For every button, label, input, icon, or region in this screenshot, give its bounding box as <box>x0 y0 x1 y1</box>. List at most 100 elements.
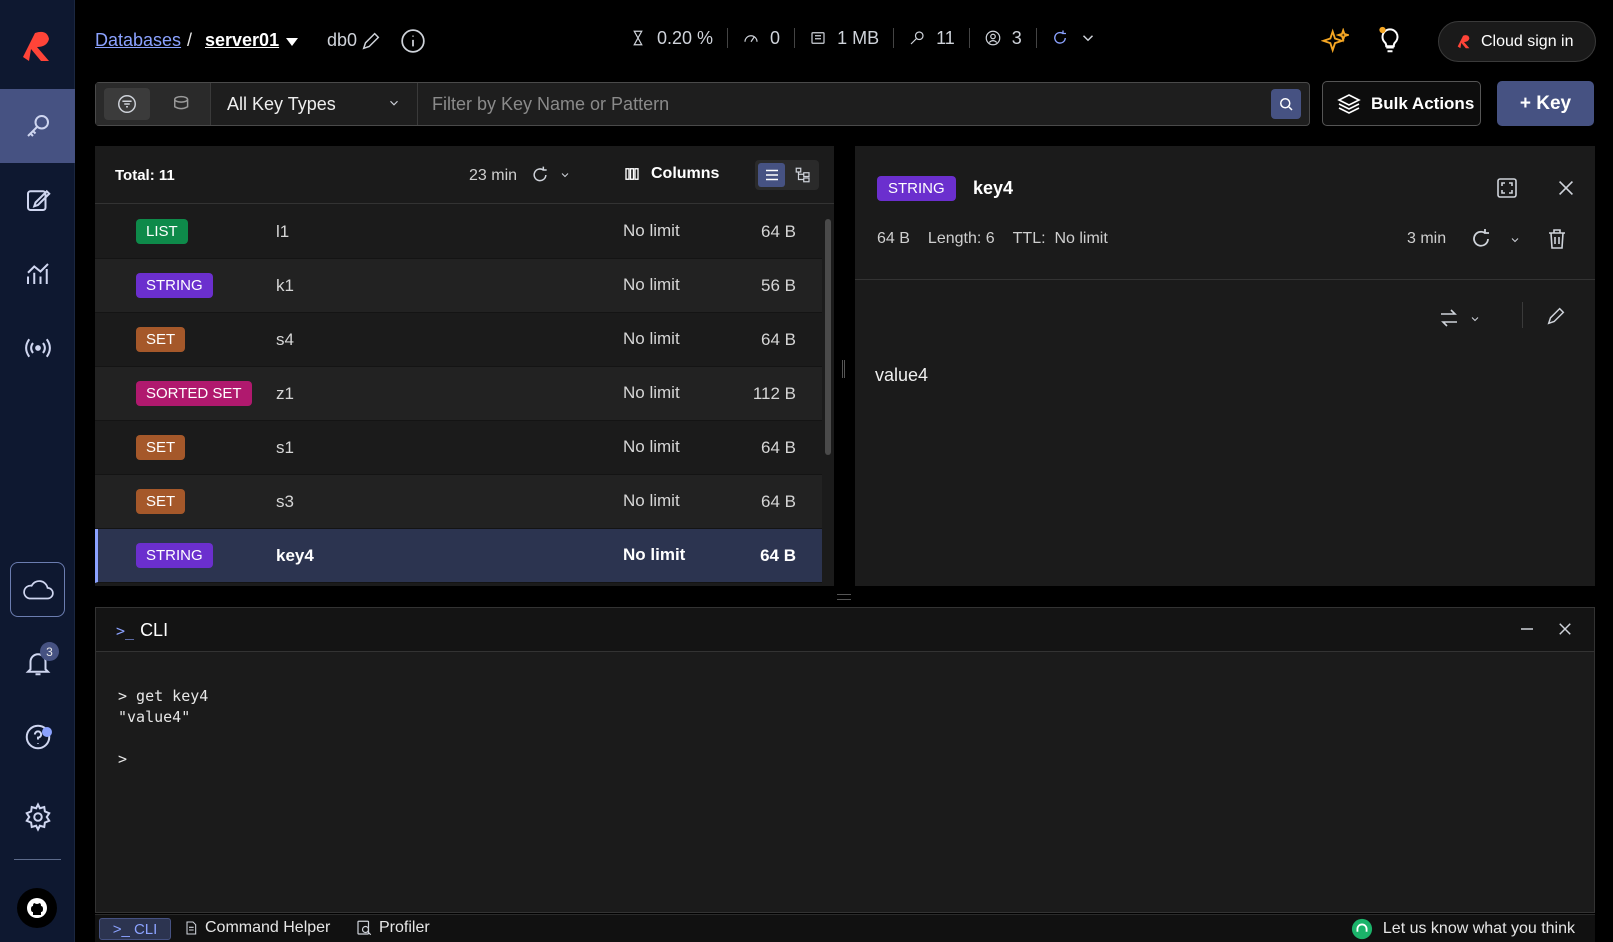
command-helper-tab[interactable]: Command Helper <box>183 919 330 937</box>
search-button[interactable] <box>1271 89 1301 119</box>
search-mode-toggle <box>96 83 211 125</box>
pencil-icon[interactable] <box>360 30 382 52</box>
filter-mode-button[interactable] <box>104 88 150 120</box>
cloud-button[interactable] <box>10 562 65 617</box>
analytics-icon <box>26 263 49 284</box>
nav-notifications[interactable] <box>0 626 75 700</box>
lightbulb-icon[interactable] <box>1375 25 1405 55</box>
key-ttl: No limit <box>623 329 680 348</box>
key-row[interactable]: STRING k1 No limit 56 B <box>95 259 822 313</box>
nav-browser[interactable] <box>0 89 75 163</box>
db-index: db0 <box>327 30 358 50</box>
columns-button[interactable]: Columns <box>623 165 719 183</box>
key-type-select[interactable]: All Key Types <box>212 83 418 125</box>
document-icon <box>186 921 197 935</box>
key-ttl: No limit <box>623 221 680 240</box>
cli-output[interactable]: > get key4 "value4" > <box>118 686 208 770</box>
feedback-link[interactable]: Let us know what you think <box>1351 918 1575 940</box>
nav-settings[interactable] <box>0 780 75 854</box>
help-dot <box>42 727 52 737</box>
key-list-scrollbar[interactable] <box>822 205 834 586</box>
key-name: l1 <box>276 222 290 241</box>
nav-pubsub[interactable] <box>0 311 75 385</box>
feedback-icon <box>1351 918 1372 940</box>
close-icon[interactable] <box>1556 620 1574 638</box>
stat-clients: 3 <box>970 28 1037 48</box>
filter-bar: All Key Types Filter by Key Name or Patt… <box>95 82 1310 126</box>
stat-refresh[interactable] <box>1037 28 1111 48</box>
filter-icon <box>118 95 136 113</box>
key-rows: LIST l1 No limit 64 B STRING k1 No limit… <box>95 205 822 583</box>
key-details-header: STRING key4 64 B Length: 6 TTL: No limit… <box>855 146 1595 280</box>
tree-view-button[interactable] <box>789 163 816 187</box>
redis-logo-icon <box>1457 34 1470 48</box>
cli-tab[interactable]: >_ CLI <box>99 918 171 940</box>
chevron-down-icon[interactable] <box>1469 313 1481 325</box>
refresh-icon[interactable] <box>1469 227 1493 251</box>
key-icon <box>910 31 924 45</box>
key-name: s3 <box>276 492 294 511</box>
key-type-badge: LIST <box>136 219 188 244</box>
key-ttl: TTL: No limit <box>1012 230 1108 247</box>
scroll-thumb[interactable] <box>825 219 831 455</box>
key-name-title[interactable]: key4 <box>973 178 1013 199</box>
redis-logo[interactable] <box>14 24 60 70</box>
bulk-actions-button[interactable]: Bulk Actions <box>1322 81 1481 126</box>
key-type-badge: STRING <box>136 273 213 298</box>
key-length: Length: 6 <box>927 230 995 247</box>
cpu-icon <box>633 30 643 46</box>
cli-command-line: > get key4 <box>118 687 209 705</box>
key-row-selected[interactable]: STRING key4 No limit 64 B <box>95 529 822 583</box>
key-row[interactable]: SET s3 No limit 64 B <box>95 475 822 529</box>
nav-workbench[interactable] <box>0 163 75 237</box>
search-icon <box>1280 98 1293 111</box>
stat-memory: 1 MB <box>795 28 895 48</box>
trash-icon[interactable] <box>1545 227 1569 251</box>
breadcrumb-server[interactable]: server01 <box>205 30 279 51</box>
github-icon <box>27 898 47 918</box>
key-row[interactable]: SET s1 No limit 64 B <box>95 421 822 475</box>
key-name: z1 <box>276 384 294 403</box>
chevron-down-icon[interactable] <box>559 169 571 181</box>
breadcrumb-databases[interactable]: Databases <box>95 30 181 51</box>
key-type-badge: SET <box>136 489 186 514</box>
key-ttl: No limit <box>623 275 680 294</box>
key-filter-input[interactable]: Filter by Key Name or Pattern <box>432 94 669 115</box>
nav-help[interactable] <box>0 700 75 774</box>
pencil-icon[interactable] <box>1545 305 1567 327</box>
key-size: 56 B <box>761 276 796 295</box>
stat-keys: 11 <box>894 28 970 48</box>
list-view-button[interactable] <box>758 163 785 187</box>
cli-header: >_ CLI <box>96 608 1594 652</box>
key-row[interactable]: LIST l1 No limit 64 B <box>95 205 822 259</box>
nav-analysis[interactable] <box>0 237 75 311</box>
fullscreen-icon[interactable] <box>1495 176 1519 200</box>
chevron-down-icon <box>390 100 398 106</box>
columns-icon <box>625 168 639 180</box>
refresh-icon[interactable] <box>530 165 550 185</box>
format-switch-icon[interactable] <box>1437 306 1461 330</box>
key-type-badge: STRING <box>136 543 213 568</box>
info-icon[interactable] <box>400 28 426 54</box>
cli-input-prompt[interactable]: > <box>118 749 208 770</box>
key-list-panel: Total: 11 23 min Columns LIST l1 No limi… <box>95 146 834 586</box>
cloud-sign-in-button[interactable]: Cloud sign in <box>1438 21 1596 62</box>
add-key-button[interactable]: + Key <box>1497 81 1594 126</box>
key-row[interactable]: SET s4 No limit 64 B <box>95 313 822 367</box>
key-ttl: No limit <box>623 491 680 510</box>
key-row[interactable]: SORTED SET z1 No limit 112 B <box>95 367 822 421</box>
close-icon[interactable] <box>1555 177 1577 199</box>
sparkles-icon[interactable] <box>1321 28 1349 56</box>
chevron-down-icon <box>1082 35 1093 42</box>
breadcrumb-separator: / <box>187 30 193 50</box>
chevron-down-icon[interactable] <box>1509 234 1521 246</box>
search-index-button[interactable] <box>160 88 206 120</box>
caret-down-icon[interactable] <box>285 37 299 47</box>
panel-resize-handle[interactable] <box>842 360 845 378</box>
github-link[interactable] <box>17 888 57 928</box>
cli-resize-handle[interactable] <box>837 594 851 600</box>
key-ttl: No limit <box>623 383 680 402</box>
minimize-icon[interactable] <box>1518 620 1536 638</box>
profiler-icon <box>357 920 372 936</box>
profiler-tab[interactable]: Profiler <box>355 919 430 937</box>
